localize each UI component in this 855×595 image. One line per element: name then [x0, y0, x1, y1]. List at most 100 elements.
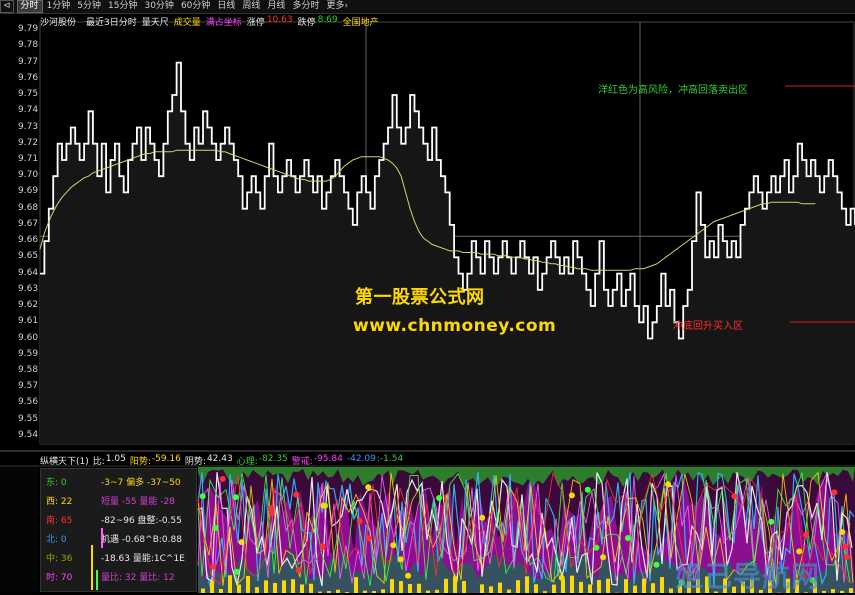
indicator-y-gutter: [0, 466, 38, 593]
y-tick-label: 9.73: [18, 122, 38, 132]
indicator-marker: [479, 515, 485, 521]
stats-south: 南: 65: [46, 513, 72, 526]
indicator-bar: [831, 589, 835, 593]
indicator-marker: [296, 567, 302, 573]
indicator-bar: [462, 581, 466, 593]
indicator-bar: [624, 579, 628, 593]
tab-daily[interactable]: 日线: [214, 1, 238, 12]
heart-value: -82.35: [259, 454, 288, 465]
indicator-marker: [210, 563, 216, 569]
indicator-bar: [255, 587, 259, 593]
indicator-marker: [796, 548, 802, 554]
indicator-bar: [579, 582, 583, 593]
y-tick-label: 9.69: [18, 186, 38, 196]
indicator-marker: [357, 518, 363, 524]
extra-value-2: :-1.54: [377, 454, 403, 465]
indicator-bar: [507, 590, 511, 593]
tool-name[interactable]: 量天尺: [142, 15, 169, 27]
indicator-marker: [665, 481, 671, 487]
indicator-bar: [516, 580, 520, 593]
indicator-bar: [534, 584, 538, 593]
indicator-marker: [839, 529, 845, 535]
stats-row: 南: 65 -82~96 盘整:-0.55: [41, 510, 196, 526]
indicator-bar: [651, 583, 655, 593]
y-tick-label: 9.55: [18, 414, 38, 424]
heart-label: 心理:: [237, 454, 258, 465]
stats-row: 时: 70量比: 32 量比: 12: [41, 567, 196, 583]
y-tick-label: 9.63: [18, 284, 38, 294]
indicator-marker: [831, 489, 837, 495]
y-tick-label: 9.65: [18, 251, 38, 261]
indicator-bar: [381, 589, 385, 593]
indicator-bar: [552, 585, 556, 593]
sell-zone-annotation: 洋红色为高风险，冲高回落卖出区: [598, 81, 748, 96]
indicator-marker: [390, 542, 396, 548]
indicator-marker: [239, 539, 245, 545]
tab-1min[interactable]: 1分钟: [44, 1, 74, 12]
indicator-bar: [273, 583, 277, 593]
indicator-marker: [220, 476, 226, 482]
indicator-bar: [453, 576, 457, 593]
coord-label[interactable]: 满占坐标: [206, 15, 242, 27]
indicator-marker: [269, 510, 275, 516]
indicator-marker: [268, 505, 274, 511]
sector-name[interactable]: 全国地产: [343, 15, 379, 27]
stats-north-detail: 机遇 -0.68^B:0.88: [101, 532, 182, 545]
indicator-marker: [803, 532, 809, 538]
view-mode[interactable]: 最近3日分时: [86, 15, 137, 27]
stats-east-detail: -3~7 偏多 -37~50: [101, 475, 181, 488]
tab-bar-scroll-button[interactable]: ⊲: [0, 0, 14, 13]
stats-north: 北: 0: [46, 532, 67, 545]
stats-row: 西: 22短量 -55 量能 -28: [41, 491, 196, 507]
y-tick-label: 9.60: [18, 333, 38, 343]
tab-weekly[interactable]: 周线: [239, 1, 263, 12]
stats-row: 中: 36-18.63 量能:1C^1E: [41, 548, 196, 564]
indicator-marker: [200, 493, 206, 499]
indicator-bar: [390, 579, 394, 593]
yin-label: 阴势:: [185, 454, 206, 465]
limit-up-label: 涨停: [247, 15, 265, 27]
stats-row: 北: 0 机遇 -0.68^B:0.88: [41, 529, 196, 545]
indicator-bar: [219, 589, 223, 593]
indicator-bar: [399, 581, 403, 593]
indicator-marker: [405, 573, 411, 579]
indicator-marker: [398, 556, 404, 562]
y-tick-label: 9.79: [18, 24, 38, 34]
stats-row: 东: 0-3~7 偏多 -37~50: [41, 472, 196, 488]
indicator-marker: [436, 495, 442, 501]
indicator-bar: [498, 583, 502, 593]
watermark-url: www.chnmoney.com: [353, 316, 556, 336]
indicator-bar: [237, 585, 241, 593]
indicator-bar: [210, 581, 214, 593]
yang-value: -59.16: [152, 454, 181, 465]
y-tick-label: 9.59: [18, 349, 38, 359]
y-tick-label: 9.78: [18, 40, 38, 50]
stats-south-detail: -82~96 盘整:-0.55: [101, 513, 182, 526]
tab-more[interactable]: 更多›: [323, 1, 351, 12]
indicator-bar: [597, 580, 601, 593]
tab-fenshi[interactable]: 分时: [17, 0, 43, 13]
indicator-bar: [246, 576, 250, 593]
y-tick-label: 9.56: [18, 397, 38, 407]
y-tick-label: 9.54: [18, 430, 38, 440]
indicator-marker: [593, 545, 599, 551]
tab-30min[interactable]: 30分钟: [141, 1, 176, 12]
tab-60min[interactable]: 60分钟: [178, 1, 213, 12]
y-tick-label: 9.68: [18, 203, 38, 213]
tab-monthly[interactable]: 月线: [264, 1, 288, 12]
indicator-marker: [366, 535, 372, 541]
indicator-name[interactable]: 纵横天下(1): [40, 454, 89, 465]
indicator-bar: [228, 575, 232, 593]
indicator-bar: [588, 584, 592, 593]
indicator-marker: [844, 554, 850, 560]
volume-label[interactable]: 成交量: [174, 15, 201, 27]
y-tick-label: 9.77: [18, 57, 38, 67]
y-tick-label: 9.67: [18, 219, 38, 229]
indicator-bar: [300, 584, 304, 593]
limit-up-value: 10.63: [267, 15, 293, 27]
indicator-bar: [408, 584, 412, 593]
tab-5min[interactable]: 5分钟: [74, 1, 104, 12]
tab-multi-fenshi[interactable]: 多分时: [289, 1, 322, 12]
tab-15min[interactable]: 15分钟: [105, 1, 140, 12]
indicator-marker: [213, 525, 219, 531]
